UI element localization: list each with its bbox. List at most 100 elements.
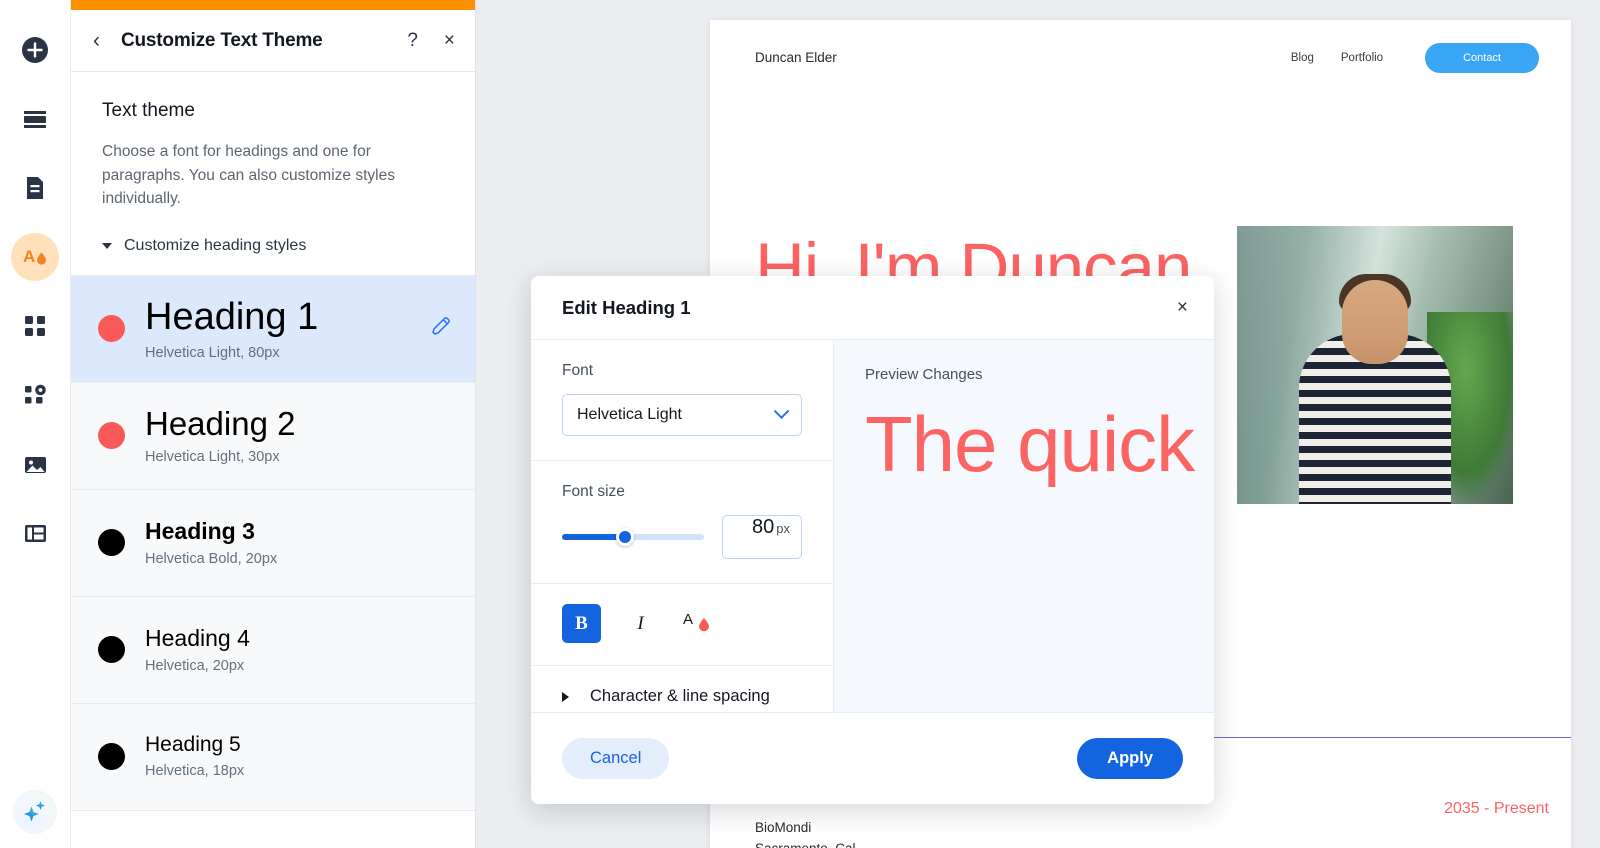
preview-label: Preview Changes [865, 366, 1214, 383]
layout-icon[interactable] [11, 509, 59, 557]
font-size-value: 80 [752, 516, 774, 539]
heading-sample-text: Heading 2 [145, 406, 453, 442]
heading-row-texts: Heading 4 Helvetica, 20px [145, 626, 453, 674]
italic-glyph: I [637, 613, 643, 635]
edit-heading-dialog: Edit Heading 1 × Font Helvetica Light Fo… [531, 276, 1214, 804]
text-style-buttons: B I A [531, 584, 833, 666]
panel-body: Text theme Choose a font for headings an… [71, 72, 475, 848]
font-size-field-block: Font size 80 px [531, 461, 833, 584]
heading-meta-text: Helvetica, 18px [145, 763, 453, 779]
heading-color-dot[interactable] [98, 529, 125, 556]
pages-icon[interactable] [11, 164, 59, 212]
preview-pane: Preview Changes The quick [834, 340, 1214, 712]
heading-meta-text: Helvetica, 20px [145, 658, 453, 674]
heading-sample-text: Heading 5 [145, 734, 453, 757]
font-field-block: Font Helvetica Light [531, 340, 833, 461]
cancel-button[interactable]: Cancel [562, 738, 669, 779]
heading-style-row[interactable]: Heading 3 Helvetica Bold, 20px [71, 490, 475, 597]
help-icon[interactable]: ? [407, 30, 418, 52]
site-nav-links: Blog Portfolio Contact [1291, 43, 1539, 73]
edit-pencil-icon[interactable] [429, 314, 453, 343]
preview-text: The quick [865, 395, 1214, 495]
panel-header: ‹ Customize Text Theme ? × [71, 10, 475, 72]
heading-meta-text: Helvetica Bold, 20px [145, 551, 453, 567]
heading-row-texts: Heading 1 Helvetica Light, 80px [145, 297, 429, 361]
chevron-down-icon [102, 243, 112, 249]
heading-meta-text: Helvetica Light, 30px [145, 449, 453, 465]
italic-button[interactable]: I [621, 604, 660, 643]
back-icon[interactable]: ‹ [93, 30, 113, 51]
font-size-input[interactable]: 80 px [722, 515, 802, 559]
chevron-right-icon [562, 692, 569, 702]
panel-title: Customize Text Theme [121, 30, 407, 52]
heading-row-texts: Heading 2 Helvetica Light, 30px [145, 406, 453, 465]
font-select-value: Helvetica Light [577, 406, 776, 424]
heading-style-row[interactable]: Heading 4 Helvetica, 20px [71, 597, 475, 704]
apps-icon[interactable] [11, 302, 59, 350]
heading-meta-text: Helvetica Light, 80px [145, 345, 429, 361]
heading-color-dot[interactable] [98, 636, 125, 663]
bold-glyph: B [575, 613, 588, 635]
font-size-controls: 80 px [562, 515, 802, 559]
font-size-label: Font size [562, 483, 802, 501]
left-icon-rail: A [0, 0, 71, 848]
heading-row-texts: Heading 5 Helvetica, 18px [145, 734, 453, 780]
sections-icon[interactable] [11, 95, 59, 143]
panel-accent-bar [71, 0, 475, 10]
chevron-down-icon [774, 403, 790, 419]
site-contact-button[interactable]: Contact [1425, 43, 1539, 73]
site-divider-rule [1188, 737, 1571, 738]
ai-sparkle-icon[interactable] [13, 790, 57, 834]
heading-style-list: Heading 1Helvetica Light, 80pxHeading 2H… [71, 275, 475, 811]
heading-style-row[interactable]: Heading 1 Helvetica Light, 80px [71, 276, 475, 383]
apply-button[interactable]: Apply [1077, 738, 1183, 779]
site-footer-company: BioMondi [755, 818, 859, 839]
heading-color-dot[interactable] [98, 315, 125, 342]
svg-text:A: A [23, 247, 35, 266]
customize-heading-styles-toggle[interactable]: Customize heading styles [71, 211, 475, 275]
heading-color-dot[interactable] [98, 743, 125, 770]
text-color-icon: A [683, 609, 717, 639]
close-icon[interactable]: × [444, 31, 455, 50]
photo-person-head [1342, 280, 1408, 364]
font-select[interactable]: Helvetica Light [562, 394, 802, 436]
dialog-close-icon[interactable]: × [1177, 298, 1188, 317]
app-root: A Duncan Elder [0, 0, 1600, 848]
add-apps-icon[interactable] [11, 371, 59, 419]
heading-style-row[interactable]: Heading 5 Helvetica, 18px [71, 704, 475, 811]
site-link-blog[interactable]: Blog [1291, 52, 1314, 64]
dialog-body: Font Helvetica Light Font size [531, 340, 1214, 712]
customize-text-theme-panel: ‹ Customize Text Theme ? × Text theme Ch… [71, 0, 476, 848]
site-footer-location: Sacramento, Cal. [755, 839, 859, 848]
heading-sample-text: Heading 1 [145, 297, 429, 338]
font-size-slider[interactable] [562, 534, 704, 540]
site-link-portfolio[interactable]: Portfolio [1341, 52, 1383, 64]
dialog-footer: Cancel Apply [531, 712, 1214, 804]
customize-heading-styles-label: Customize heading styles [124, 237, 306, 255]
media-icon[interactable] [11, 440, 59, 488]
dialog-title: Edit Heading 1 [562, 297, 1177, 319]
theme-icon[interactable]: A [11, 233, 59, 281]
text-color-button[interactable]: A [680, 604, 719, 643]
panel-description: Choose a font for headings and one for p… [102, 140, 432, 211]
heading-sample-text: Heading 3 [145, 519, 453, 544]
svg-text:A: A [683, 611, 693, 628]
site-date-range: 2035 - Present [1444, 800, 1549, 818]
heading-style-row[interactable]: Heading 2 Helvetica Light, 30px [71, 383, 475, 490]
panel-section-title: Text theme [102, 100, 447, 122]
site-nav: Duncan Elder Blog Portfolio Contact [710, 20, 1571, 95]
font-size-unit: px [776, 521, 790, 536]
site-hero-photo [1237, 226, 1513, 504]
heading-color-dot[interactable] [98, 422, 125, 449]
font-label: Font [562, 362, 802, 380]
bold-button[interactable]: B [562, 604, 601, 643]
dialog-controls: Font Helvetica Light Font size [531, 340, 834, 712]
heading-sample-text: Heading 4 [145, 626, 453, 651]
dialog-header: Edit Heading 1 × [531, 276, 1214, 340]
heading-row-texts: Heading 3 Helvetica Bold, 20px [145, 519, 453, 567]
site-brand: Duncan Elder [755, 50, 1291, 65]
site-footer-block: BioMondi Sacramento, Cal. [755, 818, 859, 848]
panel-intro: Text theme Choose a font for headings an… [71, 72, 475, 211]
slider-knob[interactable] [616, 528, 634, 546]
add-icon[interactable] [11, 26, 59, 74]
